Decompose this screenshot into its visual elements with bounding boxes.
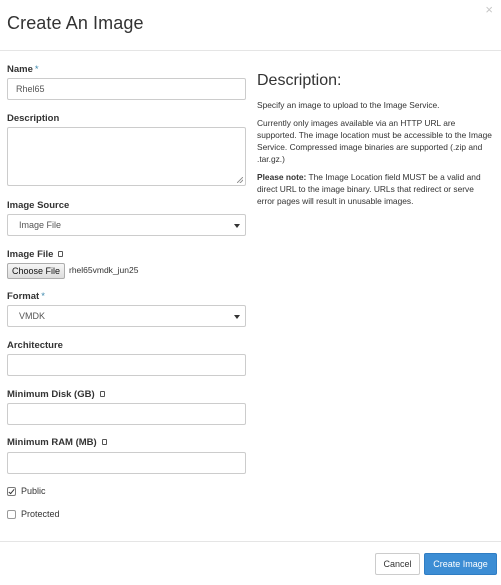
description-textarea[interactable] xyxy=(7,127,246,186)
description-paragraph-2: Currently only images available via an H… xyxy=(257,118,492,164)
modal-footer: Cancel Create Image xyxy=(0,541,501,585)
description-panel-title: Description: xyxy=(257,72,342,89)
description-panel: Description: Specify an image to upload … xyxy=(257,72,493,213)
name-input[interactable]: Rhel65 xyxy=(7,78,246,100)
min-ram-input[interactable] xyxy=(7,452,246,474)
selected-file-name: rhel65vmdk_jun25 xyxy=(69,265,139,275)
image-file-label: Image File xyxy=(7,249,64,260)
format-selected: VMDK xyxy=(19,311,46,321)
help-icon[interactable] xyxy=(101,439,107,445)
format-label-text: Format xyxy=(7,291,40,302)
create-image-button[interactable]: Create Image xyxy=(424,553,497,575)
min-disk-label: Minimum Disk (GB) xyxy=(7,389,105,400)
architecture-label: Architecture xyxy=(7,340,63,351)
modal-header: Create An Image × xyxy=(0,0,501,51)
required-mark: * xyxy=(41,291,45,302)
note-label: Please note: xyxy=(257,172,307,182)
image-source-selected: Image File xyxy=(19,220,62,230)
description-note: Please note: The Image Location field MU… xyxy=(257,171,493,207)
choose-file-button[interactable]: Choose File xyxy=(7,263,65,279)
format-label: Format * xyxy=(7,291,45,302)
description-label: Description xyxy=(7,113,60,124)
required-mark: * xyxy=(34,64,39,75)
min-ram-label-text: Minimum RAM (MB) xyxy=(7,437,97,448)
help-icon[interactable] xyxy=(99,391,105,397)
name-label-text: Name xyxy=(7,64,33,75)
image-source-select[interactable]: Image File xyxy=(7,214,246,236)
image-file-label-text: Image File xyxy=(7,249,54,260)
caret-down-icon xyxy=(234,315,240,319)
caret-down-icon xyxy=(234,224,240,228)
protected-label: Protected xyxy=(21,509,60,519)
create-image-modal: Create An Image × Name * Rhel65 Descripti… xyxy=(0,0,501,585)
close-icon[interactable]: × xyxy=(485,3,493,17)
resize-grip-icon[interactable] xyxy=(237,177,243,183)
min-disk-label-text: Minimum Disk (GB) xyxy=(7,389,95,400)
min-disk-input[interactable] xyxy=(7,403,246,425)
public-label: Public xyxy=(21,486,46,496)
help-icon[interactable] xyxy=(58,251,64,257)
protected-checkbox[interactable] xyxy=(7,510,16,519)
cancel-button[interactable]: Cancel xyxy=(375,553,420,575)
architecture-input[interactable] xyxy=(7,354,246,376)
public-checkbox[interactable] xyxy=(7,487,16,496)
min-ram-label: Minimum RAM (MB) xyxy=(7,437,107,448)
name-label: Name * xyxy=(7,64,39,75)
description-paragraph-1: Specify an image to upload to the Image … xyxy=(257,100,440,110)
modal-title: Create An Image xyxy=(7,13,144,33)
format-select[interactable]: VMDK xyxy=(7,305,246,327)
image-source-label: Image Source xyxy=(7,200,70,211)
check-icon xyxy=(8,487,15,495)
